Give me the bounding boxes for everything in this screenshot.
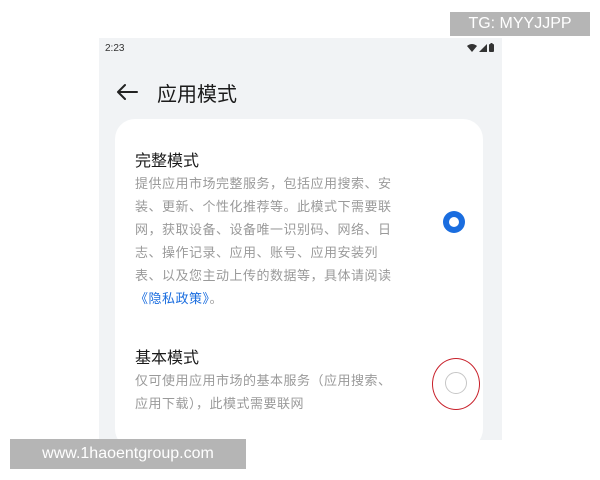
app-header: 应用模式 [99,74,502,110]
option-title: 基本模式 [135,348,200,367]
option-title: 完整模式 [135,151,200,170]
arrow-left-icon[interactable] [113,80,141,104]
option-basic-mode[interactable]: 基本模式 仅可使用应用市场的基本服务（应用搜索、应用下载），此模式需要联网 [115,344,483,440]
option-full-mode[interactable]: 完整模式 提供应用市场完整服务，包括应用搜索、安装、更新、个性化推荐等。此模式下… [115,147,483,317]
watermark-top: TG: MYYJJPP [450,12,590,36]
signal-icon [479,43,487,52]
radio-full-mode-selected[interactable] [443,211,465,233]
status-time: 2:23 [105,43,125,54]
mode-options-card: 完整模式 提供应用市场完整服务，包括应用搜索、安装、更新、个性化推荐等。此模式下… [115,119,483,440]
page-title: 应用模式 [157,82,237,106]
status-icons [467,43,494,52]
watermark-bottom: www.1haoentgroup.com [10,439,246,469]
privacy-policy-link[interactable]: 《隐私政策》 [135,292,210,307]
option-description: 仅可使用应用市场的基本服务（应用搜索、应用下载），此模式需要联网 [135,374,392,412]
radio-basic-mode[interactable] [445,372,467,394]
battery-icon [489,43,494,52]
phone-screen: 2:23 应用模式 完整模式 提供应用市场完整服务，包括应用搜索、安装、更新、个… [99,38,502,440]
status-bar: 2:23 [99,38,502,58]
option-description: 提供应用市场完整服务，包括应用搜索、安装、更新、个性化推荐等。此模式下需要联网，… [135,177,392,307]
wifi-icon [467,43,477,52]
